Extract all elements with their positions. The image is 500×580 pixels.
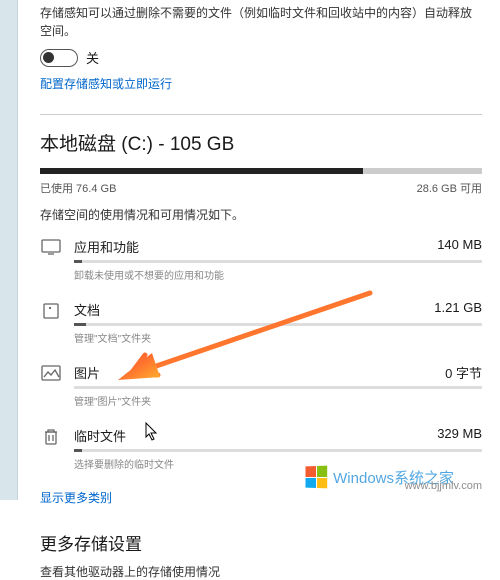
storage-sense-toggle[interactable] <box>40 49 78 67</box>
category-bar <box>74 323 482 326</box>
trash-icon <box>40 426 62 471</box>
disk-title: 本地磁盘 (C:) - 105 GB <box>40 129 482 156</box>
category-bar <box>74 449 482 452</box>
configure-storage-sense-link[interactable]: 配置存储感知或立即运行 <box>40 75 482 92</box>
disk-usage-used <box>40 168 363 174</box>
disk-usage-bar <box>40 168 482 174</box>
category-temp-files[interactable]: 临时文件329 MB 选择要删除的临时文件 <box>40 426 482 471</box>
category-bar <box>74 386 482 389</box>
category-sub: 管理"图片"文件夹 <box>74 393 482 408</box>
more-storage-settings-title: 更多存储设置 <box>40 530 482 555</box>
document-icon <box>40 300 62 345</box>
settings-panel: 存储感知可以通过删除不需要的文件（例如临时文件和回收站中的内容）自动释放空间。 … <box>18 0 500 580</box>
category-name: 临时文件 <box>74 426 126 445</box>
windows-logo-icon <box>306 466 328 489</box>
category-bar <box>74 260 482 263</box>
disk-free-label: 28.6 GB 可用 <box>417 180 482 196</box>
category-name: 图片 <box>74 363 100 382</box>
category-size: 0 字节 <box>445 363 482 382</box>
storage-sense-desc: 存储感知可以通过删除不需要的文件（例如临时文件和回收站中的内容）自动释放空间。 <box>40 4 482 40</box>
window-left-edge <box>0 0 18 500</box>
watermark: Windows系统之家 www.bjjmlv.com <box>305 466 454 488</box>
storage-sense-toggle-label: 关 <box>86 48 99 67</box>
category-size: 1.21 GB <box>434 300 482 319</box>
category-sub: 卸载未使用或不想要的应用和功能 <box>74 267 482 282</box>
category-size: 329 MB <box>437 426 482 445</box>
category-documents[interactable]: 文档 1.21 GB 管理"文档"文件夹 <box>40 300 482 345</box>
category-name: 应用和功能 <box>74 237 139 256</box>
disk-usage-labels: 已使用 76.4 GB 28.6 GB 可用 <box>40 180 482 196</box>
usage-desc: 存储空间的使用情况和可用情况如下。 <box>40 206 482 223</box>
category-name: 文档 <box>74 300 100 319</box>
category-pictures[interactable]: 图片 0 字节 管理"图片"文件夹 <box>40 363 482 408</box>
image-icon <box>40 363 62 408</box>
watermark-url: www.bjjmlv.com <box>405 480 482 492</box>
category-size: 140 MB <box>437 237 482 256</box>
category-apps[interactable]: 应用和功能 140 MB 卸载未使用或不想要的应用和功能 <box>40 237 482 282</box>
divider <box>40 114 482 115</box>
storage-sense-toggle-row: 关 <box>40 48 482 67</box>
apps-icon <box>40 237 62 282</box>
category-sub: 管理"文档"文件夹 <box>74 330 482 345</box>
other-drives-desc: 查看其他驱动器上的存储使用情况 <box>40 563 482 580</box>
disk-used-label: 已使用 76.4 GB <box>40 180 116 196</box>
